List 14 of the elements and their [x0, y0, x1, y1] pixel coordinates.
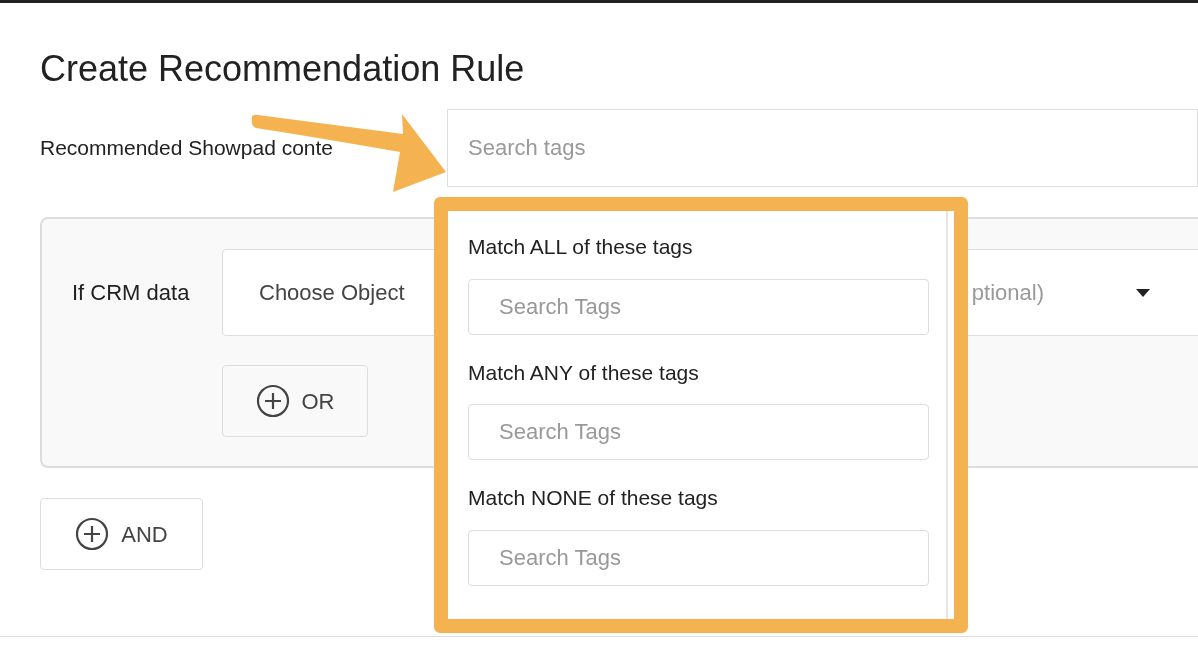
plus-circle-icon: [75, 517, 110, 551]
or-button[interactable]: OR: [222, 365, 368, 437]
search-tags-field[interactable]: Search Tags: [468, 404, 929, 460]
caret-icon: [1136, 288, 1150, 297]
field-label: Recommended Showpad conte: [40, 137, 334, 159]
search-tags-field[interactable]: Search Tags: [468, 278, 929, 335]
and-button[interactable]: AND: [40, 498, 203, 570]
plus-circle-icon: [255, 384, 290, 418]
dialog-title: Create Recommendation Rule: [40, 47, 526, 91]
search-tags-field[interactable]: Search tags: [447, 109, 1198, 187]
condition-label: If CRM data: [72, 279, 191, 307]
section-label: Match NONE of these tags: [468, 485, 719, 511]
search-tags-field[interactable]: Search Tags: [468, 529, 929, 586]
section-label: Match ANY of these tags: [468, 359, 700, 386]
